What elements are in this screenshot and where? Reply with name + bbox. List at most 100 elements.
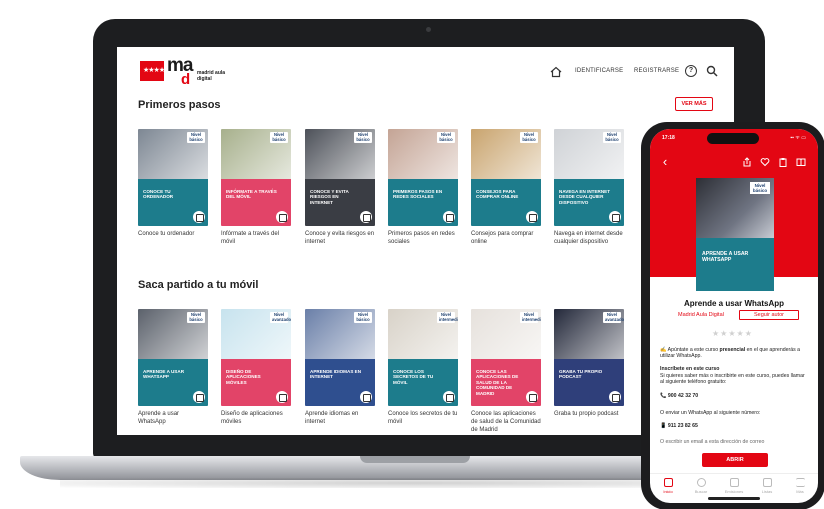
course-thumbnail[interactable]: INFÓRMATE A TRAVÉS DEL MÓVIL Nivel básico — [221, 129, 291, 226]
course-caption[interactable]: Aprende idiomas en internet — [305, 410, 375, 426]
course-card[interactable]: PRIMEROS PASOS EN REDES SOCIALES Nivel bá… — [388, 129, 458, 246]
course-type-icon — [443, 211, 455, 223]
course-caption[interactable]: Conoce los secretos de tu móvil — [388, 410, 458, 426]
help-icon[interactable]: ? — [685, 65, 697, 77]
level-badge: Nivel avanzado — [270, 312, 291, 323]
phone-status-icons: ▪▪ ᯤ ▭ — [790, 135, 806, 141]
course-card[interactable]: CONOCE LAS APLICACIONES DE SALUD DE LA C… — [471, 309, 541, 434]
course-thumbnail[interactable]: CONOCE Y EVITA RIESGOS EN INTERNET Nivel … — [305, 129, 375, 226]
course-caption[interactable]: Conoce y evita riesgos en internet — [305, 230, 375, 246]
see-more-button[interactable]: VER MÁS — [675, 97, 713, 111]
level-badge: Nivel básico — [354, 132, 372, 143]
course-card[interactable]: CONOCE TU ORDENADOR Nivel básico Conoce tu… — [138, 129, 208, 238]
course-caption[interactable]: Conoce tu ordenador — [138, 230, 208, 238]
enroll-heading: Inscríbete en este curso — [660, 366, 720, 372]
whatsapp-text: O enviar un WhatsApp al siguiente número… — [660, 410, 761, 416]
course-type-icon — [609, 391, 621, 403]
home-icon[interactable] — [550, 66, 562, 78]
level-badge: Nivel avanzado — [603, 312, 624, 323]
course-caption[interactable]: Infórmate a través del móvil — [221, 230, 291, 246]
course-type-icon — [193, 211, 205, 223]
enroll-text: Si quieres saber más o inscribirte en es… — [660, 373, 805, 386]
search-icon — [696, 478, 706, 487]
level-badge: Nivel básico — [520, 132, 538, 143]
course-caption[interactable]: Primeros pasos en redes sociales — [388, 230, 458, 246]
book-icon[interactable] — [796, 157, 806, 167]
back-icon[interactable]: ‹ — [660, 155, 670, 168]
level-badge: Nivel básico — [603, 132, 621, 143]
tab-listas[interactable]: Listas — [752, 478, 782, 494]
course-title: Aprende a usar WhatsApp — [683, 299, 784, 308]
course-thumbnail[interactable]: APRENDE IDIOMAS EN INTERNET Nivel básico — [305, 309, 375, 406]
course-thumbnail[interactable]: PRIMEROS PASOS EN REDES SOCIALES Nivel bá… — [388, 129, 458, 226]
course-caption[interactable]: Aprende a usar WhatsApp — [138, 410, 208, 426]
course-type-icon — [360, 391, 372, 403]
course-thumbnail[interactable]: CONOCE TU ORDENADOR Nivel básico — [138, 129, 208, 226]
course-thumbnail[interactable]: GRABA TU PROPIO PODCAST Nivel avanzado — [554, 309, 624, 406]
level-badge: Nivel básico — [437, 132, 455, 143]
course-type-icon — [276, 211, 288, 223]
phone-time: 17:18 — [662, 135, 675, 141]
phone-number-free[interactable]: 📞 900 42 32 70 — [660, 393, 810, 399]
course-card[interactable]: CONSEJOS PARA COMPRAR ONLINE Nivel básico… — [471, 129, 541, 246]
level-badge: Nivel básico — [354, 312, 372, 323]
course-thumbnail[interactable]: DISEÑO DE APLICACIONES MÓVILES Nivel avan… — [221, 309, 291, 406]
logo-letters[interactable]: ma d — [167, 56, 193, 89]
phone-number-whatsapp[interactable]: 📱 911 23 82 65 — [660, 423, 810, 429]
course-type-icon — [609, 211, 621, 223]
course-caption[interactable]: Consejos para comprar online — [471, 230, 541, 246]
course-intro: ✍ Apúntate a este curso presencial en el… — [660, 347, 801, 360]
course-card[interactable]: GRABA TU PROPIO PODCAST Nivel avanzado Gra… — [554, 309, 624, 418]
course-type-icon — [193, 391, 205, 403]
tab-inicio[interactable]: Inicio — [653, 478, 683, 494]
level-badge: Nivel intermedio — [437, 312, 458, 323]
author-link[interactable]: Madrid Aula Digital — [678, 312, 724, 318]
tab-mas[interactable]: Más — [785, 478, 815, 494]
level-badge: Nivel básico — [187, 312, 205, 323]
course-card[interactable]: CONOCE LOS SECRETOS DE TU MÓVIL Nivel int… — [388, 309, 458, 426]
level-badge: Nivel básico — [750, 182, 770, 194]
site-header: ★★★★ ma d madrid aula digital IDENTIFICA… — [117, 47, 734, 97]
tab-buscar[interactable]: Buscar — [686, 478, 716, 494]
course-card[interactable]: NAVEGA EN INTERNET DESDE CUALQUIER DISPO… — [554, 129, 624, 246]
menu-icon — [795, 478, 805, 487]
email-text: O escribir un email a esta dirección de … — [660, 439, 765, 445]
phone-frame: 17:18 ▪▪ ᯤ ▭ ‹ APRENDE A USAR WHATSAPP N… — [641, 122, 824, 509]
follow-author-button[interactable]: Seguir autor — [739, 310, 799, 320]
course-type-icon — [526, 211, 538, 223]
level-badge: Nivel básico — [187, 132, 205, 143]
course-card[interactable]: APRENDE IDIOMAS EN INTERNET Nivel básico A… — [305, 309, 375, 426]
course-thumbnail[interactable]: CONOCE LAS APLICACIONES DE SALUD DE LA C… — [471, 309, 541, 406]
section-title-saca-partido: Saca partido a tu móvil — [138, 279, 259, 291]
heart-icon[interactable] — [760, 157, 770, 167]
course-card[interactable]: APRENDE A USAR WHATSAPP Nivel básico Apren… — [138, 309, 208, 426]
laptop-notch — [360, 456, 470, 463]
course-caption[interactable]: Graba tu propio podcast — [554, 410, 624, 418]
open-button[interactable]: ABRIR — [702, 453, 768, 467]
course-thumbnail[interactable]: CONSEJOS PARA COMPRAR ONLINE Nivel básico — [471, 129, 541, 226]
level-badge: Nivel intermedio — [520, 312, 541, 323]
course-cover-band: APRENDE A USAR WHATSAPP — [696, 238, 774, 291]
clipboard-icon[interactable] — [778, 157, 788, 167]
course-thumbnail[interactable]: NAVEGA EN INTERNET DESDE CUALQUIER DISPO… — [554, 129, 624, 226]
level-badge: Nivel básico — [270, 132, 288, 143]
course-card[interactable]: CONOCE Y EVITA RIESGOS EN INTERNET Nivel … — [305, 129, 375, 246]
course-card[interactable]: DISEÑO DE APLICACIONES MÓVILES Nivel avan… — [221, 309, 291, 426]
course-thumbnail[interactable]: APRENDE A USAR WHATSAPP Nivel básico — [138, 309, 208, 406]
course-thumbnail[interactable]: CONOCE LOS SECRETOS DE TU MÓVIL Nivel int… — [388, 309, 458, 406]
madrid-flag-logo[interactable]: ★★★★ — [140, 61, 165, 81]
register-link[interactable]: REGISTRARSE — [634, 68, 679, 74]
course-type-icon — [276, 391, 288, 403]
course-caption[interactable]: Conoce las aplicaciones de salud de la C… — [471, 410, 541, 434]
tab-emisiones[interactable]: Emisiones — [719, 478, 749, 494]
course-caption[interactable]: Navega en internet desde cualquier dispo… — [554, 230, 624, 246]
share-icon[interactable] — [742, 157, 752, 167]
course-caption[interactable]: Diseño de aplicaciones móviles — [221, 410, 291, 426]
identify-link[interactable]: IDENTIFICARSE — [575, 68, 623, 74]
course-type-icon — [526, 391, 538, 403]
search-icon[interactable] — [706, 65, 718, 77]
course-type-icon — [443, 391, 455, 403]
section-title-primeros-pasos: Primeros pasos — [138, 99, 221, 111]
rating-stars[interactable]: ★★★★★ — [712, 329, 753, 338]
course-card[interactable]: INFÓRMATE A TRAVÉS DEL MÓVIL Nivel básico… — [221, 129, 291, 246]
